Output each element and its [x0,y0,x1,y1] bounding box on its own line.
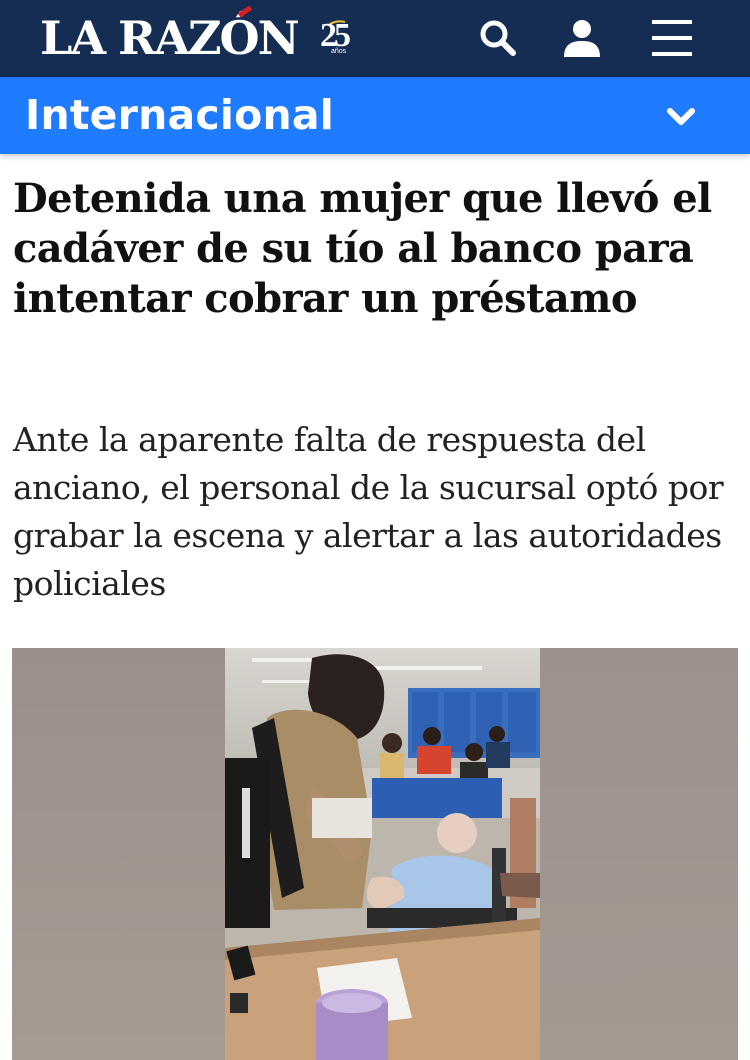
article-headline: Detenida una mujer que llevó el cadáver … [13,175,712,322]
article-subheadline: Ante la aparente falta de respuesta del … [13,420,724,603]
article-photo-image [12,648,738,1060]
menu-icon[interactable] [648,14,696,62]
anniversary-label: años [331,48,347,55]
site-logo[interactable]: LA RAZÓN [40,8,300,68]
section-bar[interactable]: Internacional [0,77,750,154]
chevron-down-icon[interactable] [658,94,704,140]
top-navigation-bar: LA RAZÓN 25 años [0,0,750,77]
section-label[interactable]: Internacional [25,89,334,141]
article-photo[interactable] [12,648,738,1060]
user-icon[interactable] [558,14,606,62]
anniversary-badge: 25 años [320,16,364,60]
search-icon[interactable] [474,14,522,62]
